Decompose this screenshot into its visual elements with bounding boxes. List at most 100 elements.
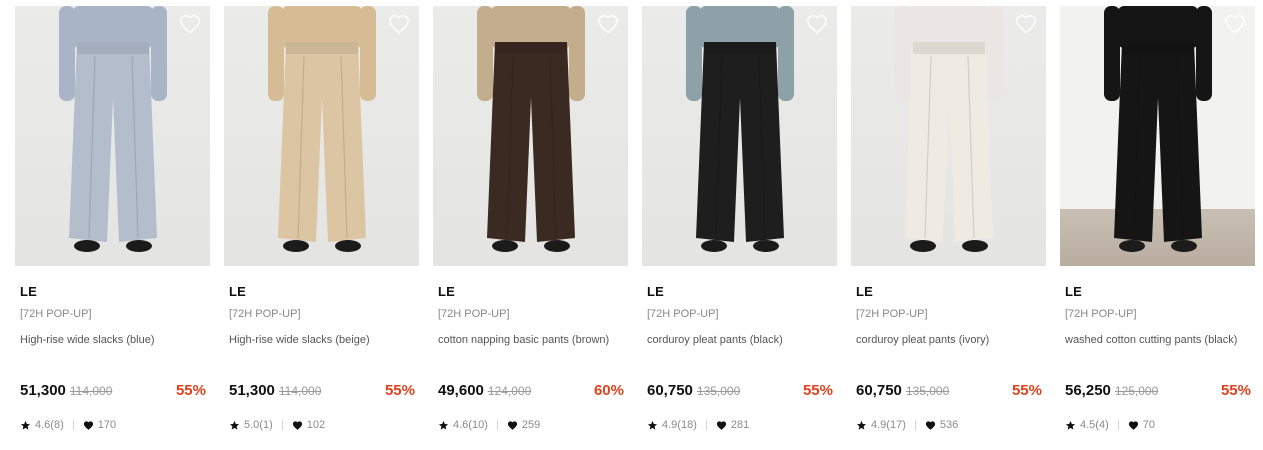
original-price: 114,000 <box>69 384 113 398</box>
brand-name[interactable]: LE <box>229 284 419 300</box>
original-price: 135,000 <box>905 384 950 398</box>
rating-text: 4.6(10) <box>453 419 488 431</box>
product-card[interactable]: LE [72H POP-UP] washed cotton cutting pa… <box>1060 6 1255 446</box>
divider <box>281 420 283 430</box>
discount-rate: 55% <box>1220 382 1251 399</box>
like-count: 536 <box>939 419 959 431</box>
brand-name[interactable]: LE <box>1065 284 1255 300</box>
wishlist-heart-icon[interactable] <box>179 14 201 34</box>
heart-filled-icon <box>507 420 517 430</box>
discount-rate: 55% <box>802 382 833 399</box>
star-icon <box>20 420 31 430</box>
divider <box>496 420 498 430</box>
divider <box>914 420 916 430</box>
product-image[interactable] <box>642 6 837 266</box>
brand-name[interactable]: LE <box>20 284 210 300</box>
product-photo <box>59 6 167 252</box>
heart-filled-icon <box>716 420 726 430</box>
wishlist-heart-icon[interactable] <box>1224 14 1246 34</box>
star-icon <box>438 420 449 430</box>
product-name[interactable]: washed cotton cutting pants (black) <box>1065 332 1250 366</box>
promo-tag: [72H POP-UP] <box>20 308 92 320</box>
original-price: 125,000 <box>1114 384 1159 398</box>
brand-name[interactable]: LE <box>856 284 1046 300</box>
product-card[interactable]: LE [72H POP-UP] High-rise wide slacks (b… <box>15 6 210 446</box>
sale-price: 49,600 <box>438 382 484 399</box>
rating-text: 4.9(17) <box>871 419 906 431</box>
price-row: 51,300 114,000 55% <box>20 382 206 399</box>
product-name[interactable]: cotton napping basic pants (brown) <box>438 332 623 366</box>
brand-name[interactable]: LE <box>647 284 837 300</box>
price-row: 60,750 135,000 55% <box>647 382 833 399</box>
product-card[interactable]: LE [72H POP-UP] cotton napping basic pan… <box>433 6 628 446</box>
discount-rate: 55% <box>384 382 415 399</box>
sale-price: 51,300 <box>20 382 66 399</box>
brand-name[interactable]: LE <box>438 284 628 300</box>
rating-text: 4.9(18) <box>662 419 697 431</box>
wishlist-heart-icon[interactable] <box>1015 14 1037 34</box>
discount-rate: 55% <box>1011 382 1042 399</box>
price-row: 49,600 124,000 60% <box>438 382 624 399</box>
rating-text: 5.0(1) <box>244 419 273 431</box>
meta-row: 4.9(17) 536 <box>856 419 958 431</box>
divider <box>72 420 74 430</box>
divider <box>705 420 707 430</box>
price-row: 51,300 114,000 55% <box>229 382 415 399</box>
heart-filled-icon <box>292 420 302 430</box>
promo-tag: [72H POP-UP] <box>438 308 510 320</box>
wishlist-heart-icon[interactable] <box>388 14 410 34</box>
rating-text: 4.5(4) <box>1080 419 1109 431</box>
heart-filled-icon <box>925 420 935 430</box>
meta-row: 4.6(10) 259 <box>438 419 540 431</box>
price-row: 60,750 135,000 55% <box>856 382 1042 399</box>
product-photo <box>268 6 376 252</box>
like-count: 170 <box>97 419 117 431</box>
product-photo <box>895 6 1003 252</box>
product-image[interactable] <box>224 6 419 266</box>
heart-filled-icon <box>1128 420 1138 430</box>
product-grid: LE [72H POP-UP] High-rise wide slacks (b… <box>15 6 1255 446</box>
meta-row: 5.0(1) 102 <box>229 419 325 431</box>
rating-text: 4.6(8) <box>35 419 64 431</box>
product-image[interactable] <box>1060 6 1255 266</box>
like-count: 281 <box>730 419 750 431</box>
heart-filled-icon <box>83 420 93 430</box>
product-name[interactable]: High-rise wide slacks (beige) <box>229 332 414 366</box>
product-card[interactable]: LE [72H POP-UP] High-rise wide slacks (b… <box>224 6 419 446</box>
original-price: 114,000 <box>278 384 322 398</box>
star-icon <box>647 420 658 430</box>
product-name[interactable]: High-rise wide slacks (blue) <box>20 332 205 366</box>
promo-tag: [72H POP-UP] <box>856 308 928 320</box>
product-name[interactable]: corduroy pleat pants (ivory) <box>856 332 1041 366</box>
wishlist-heart-icon[interactable] <box>806 14 828 34</box>
original-price: 135,000 <box>696 384 741 398</box>
product-image[interactable] <box>851 6 1046 266</box>
like-count: 259 <box>521 419 541 431</box>
product-card[interactable]: LE [72H POP-UP] corduroy pleat pants (bl… <box>642 6 837 446</box>
wishlist-heart-icon[interactable] <box>597 14 619 34</box>
original-price: 124,000 <box>487 384 532 398</box>
promo-tag: [72H POP-UP] <box>1065 308 1137 320</box>
meta-row: 4.6(8) 170 <box>20 419 116 431</box>
sale-price: 60,750 <box>647 382 693 399</box>
star-icon <box>856 420 867 430</box>
price-row: 56,250 125,000 55% <box>1065 382 1251 399</box>
sale-price: 56,250 <box>1065 382 1111 399</box>
meta-row: 4.5(4) 70 <box>1065 419 1155 431</box>
star-icon <box>1065 420 1076 430</box>
product-photo <box>686 6 794 252</box>
product-name[interactable]: corduroy pleat pants (black) <box>647 332 832 366</box>
sale-price: 51,300 <box>229 382 275 399</box>
product-photo <box>1104 6 1212 252</box>
like-count: 70 <box>1142 419 1155 431</box>
promo-tag: [72H POP-UP] <box>229 308 301 320</box>
star-icon <box>229 420 240 430</box>
product-photo <box>477 6 585 252</box>
product-card[interactable]: LE [72H POP-UP] corduroy pleat pants (iv… <box>851 6 1046 446</box>
product-image[interactable] <box>15 6 210 266</box>
discount-rate: 60% <box>593 382 624 399</box>
promo-tag: [72H POP-UP] <box>647 308 719 320</box>
sale-price: 60,750 <box>856 382 902 399</box>
product-image[interactable] <box>433 6 628 266</box>
discount-rate: 55% <box>175 382 206 399</box>
